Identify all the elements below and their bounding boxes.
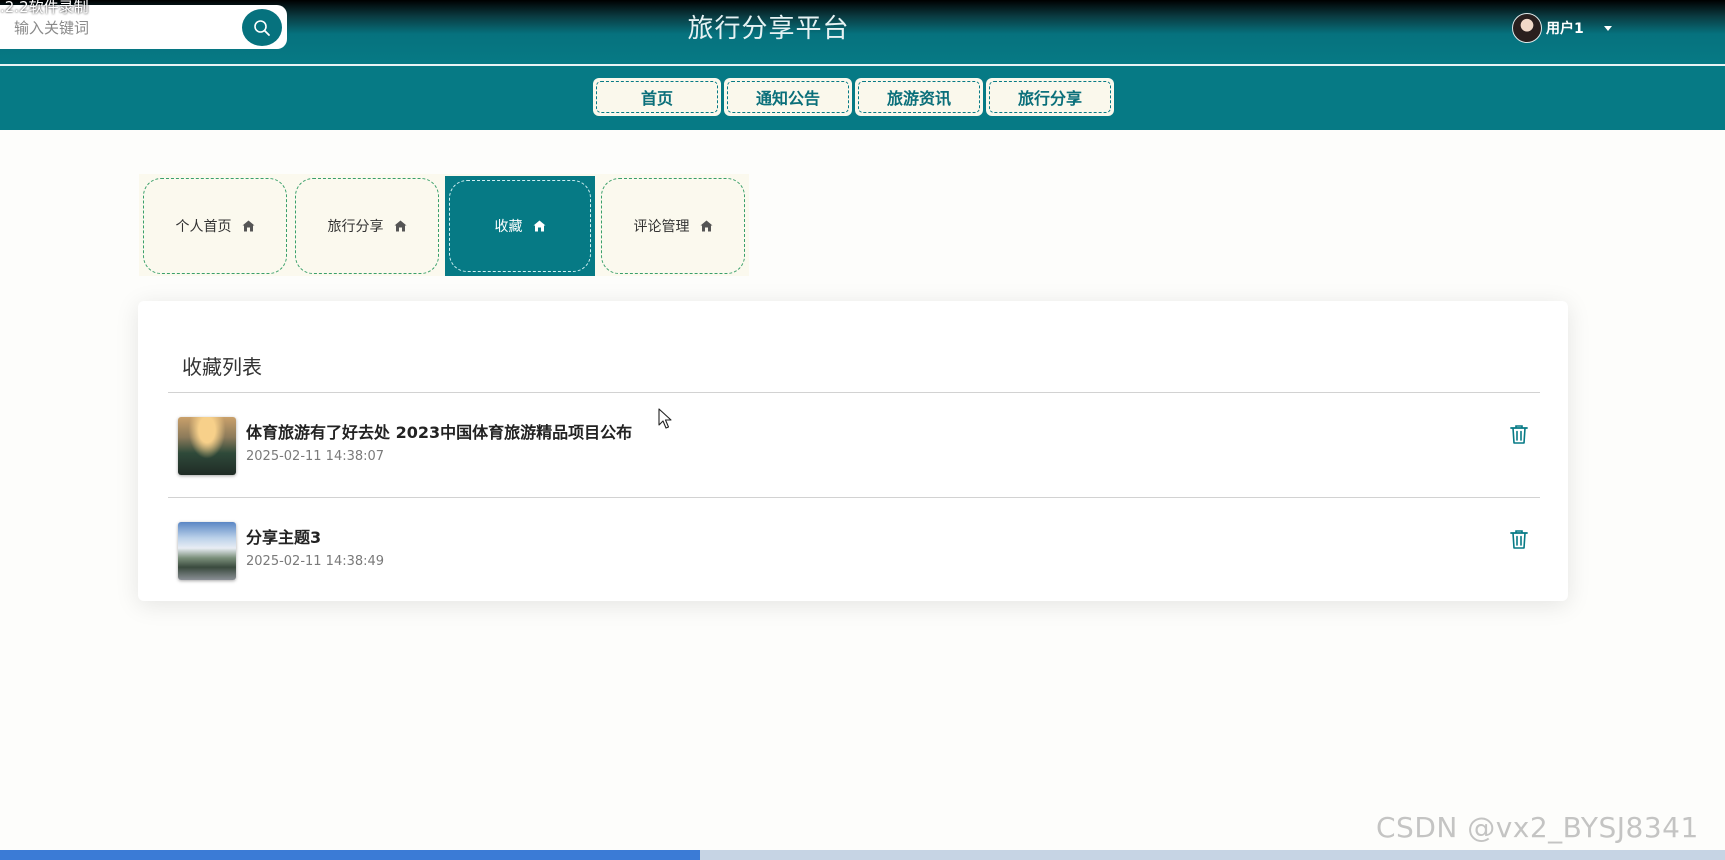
favorite-thumbnail[interactable] — [178, 417, 236, 475]
nav-item-travel-share[interactable]: 旅行分享 — [986, 78, 1114, 116]
favorite-title[interactable]: 体育旅游有了好去处 2023中国体育旅游精品项目公布 — [246, 419, 632, 443]
favorite-thumbnail[interactable] — [178, 522, 236, 580]
recording-caption: .2.2软件录制 — [0, 0, 89, 16]
favorite-title[interactable]: 分享主题3 — [246, 524, 321, 548]
mouse-cursor-icon — [658, 408, 672, 429]
tab-active-outline — [449, 180, 591, 272]
nav-item-home[interactable]: 首页 — [593, 78, 721, 116]
page: 旅行分享平台 用户1 .2.2软件录制 首页 通知公告 旅游资讯 旅行分享 — [0, 0, 1725, 860]
top-header: 旅行分享平台 用户1 — [0, 0, 1725, 65]
tab-comment-management[interactable]: 评论管理 — [601, 178, 745, 274]
trash-icon[interactable] — [1508, 423, 1530, 445]
watermark: CSDN @vx2_BYSJ8341 — [1376, 811, 1699, 844]
tab-label: 个人首页 — [175, 219, 232, 235]
favorites-title: 收藏列表 — [182, 355, 262, 379]
site-title: 旅行分享平台 — [687, 14, 850, 44]
tab-personal-home[interactable]: 个人首页 — [143, 178, 287, 274]
home-icon — [700, 220, 712, 232]
caret-down-icon — [1603, 25, 1612, 31]
favorite-time: 2025-02-11 14:38:07 — [246, 449, 385, 464]
list-item: 分享主题3 2025-02-11 14:38:49 — [168, 498, 1540, 602]
tab-label: 评论管理 — [633, 219, 690, 235]
favorite-time: 2025-02-11 14:38:49 — [246, 554, 385, 569]
tab-favorites[interactable]: 收藏 — [445, 176, 595, 276]
tab-travel-share[interactable]: 旅行分享 — [295, 178, 439, 274]
nav-list: 首页 通知公告 旅游资讯 旅行分享 — [593, 78, 1117, 116]
trash-icon[interactable] — [1508, 528, 1530, 550]
home-icon — [242, 220, 254, 232]
user-name: 用户1 — [1546, 21, 1584, 37]
favorites-card: 收藏列表 体育旅游有了好去处 2023中国体育旅游精品项目公布 2025-02-… — [138, 301, 1568, 601]
tab-label: 旅行分享 — [327, 219, 384, 235]
taskbar-strip — [0, 850, 1725, 860]
nav-item-travel-news[interactable]: 旅游资讯 — [855, 78, 983, 116]
user-menu[interactable]: 用户1 — [1512, 13, 1612, 43]
nav-item-label: 旅游资讯 — [858, 81, 980, 113]
nav-item-notices[interactable]: 通知公告 — [724, 78, 852, 116]
profile-tabs: 个人首页 旅行分享 收藏 评论管理 — [139, 174, 749, 276]
main-nav: 首页 通知公告 旅游资讯 旅行分享 — [0, 66, 1725, 130]
avatar — [1512, 13, 1542, 43]
list-item: 体育旅游有了好去处 2023中国体育旅游精品项目公布 2025-02-11 14… — [168, 393, 1540, 497]
nav-item-label: 旅行分享 — [989, 81, 1111, 113]
home-icon — [394, 220, 406, 232]
nav-item-label: 首页 — [596, 81, 718, 113]
nav-item-label: 通知公告 — [727, 81, 849, 113]
